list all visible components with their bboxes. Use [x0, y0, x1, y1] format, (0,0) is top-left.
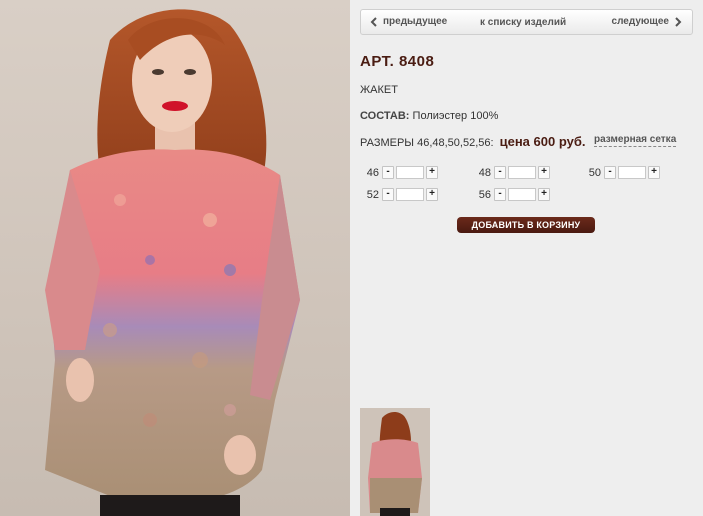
chevron-right-icon — [675, 16, 682, 27]
price: цена 600 руб. — [499, 134, 586, 149]
qty-minus-button[interactable]: - — [382, 166, 394, 179]
article-number: АРТ. 8408 — [360, 53, 435, 70]
qty-size-46: 46 - + — [363, 166, 438, 179]
qty-size-48: 48 - + — [475, 166, 550, 179]
product-thumbnail[interactable] — [360, 408, 430, 516]
qty-size-50: 50 - + — [585, 166, 660, 179]
qty-input[interactable] — [396, 166, 424, 179]
product-list-link[interactable]: к списку изделий — [480, 17, 566, 28]
qty-size-56: 56 - + — [475, 188, 550, 201]
chevron-left-icon — [370, 16, 377, 27]
qty-input[interactable] — [508, 188, 536, 201]
qty-minus-button[interactable]: - — [382, 188, 394, 201]
qty-input[interactable] — [618, 166, 646, 179]
qty-minus-button[interactable]: - — [604, 166, 616, 179]
product-pager: предыдущее к списку изделий следующее — [360, 9, 693, 35]
size-label: 46 — [366, 166, 379, 179]
size-chart-link[interactable]: размерная сетка — [594, 134, 677, 147]
sizes-price-line: РАЗМЕРЫ 46,48,50,52,56: цена 600 руб. — [360, 134, 585, 149]
add-to-cart-button[interactable]: ДОБАВИТЬ В КОРЗИНУ — [457, 217, 595, 233]
qty-plus-button[interactable]: + — [426, 188, 438, 201]
size-label: 56 — [478, 188, 491, 201]
next-product-link[interactable]: следующее — [612, 16, 683, 27]
product-type: ЖАКЕТ — [360, 84, 398, 96]
qty-size-52: 52 - + — [363, 188, 438, 201]
qty-plus-button[interactable]: + — [648, 166, 660, 179]
product-info-panel: предыдущее к списку изделий следующее АР… — [350, 0, 703, 516]
next-label: следующее — [611, 16, 669, 27]
composition: СОСТАВ: Полиэстер 100% — [360, 110, 498, 122]
prev-label: предыдущее — [383, 16, 448, 27]
composition-label: СОСТАВ: — [360, 110, 410, 122]
qty-minus-button[interactable]: - — [494, 188, 506, 201]
prev-product-link[interactable]: предыдущее — [369, 16, 447, 27]
size-label: 48 — [478, 166, 491, 179]
product-main-photo — [0, 0, 350, 516]
composition-value: Полиэстер 100% — [412, 110, 499, 122]
qty-plus-button[interactable]: + — [538, 166, 550, 179]
qty-input[interactable] — [508, 166, 536, 179]
qty-plus-button[interactable]: + — [426, 166, 438, 179]
size-label: 52 — [366, 188, 379, 201]
qty-plus-button[interactable]: + — [538, 188, 550, 201]
qty-minus-button[interactable]: - — [494, 166, 506, 179]
sizes-text: РАЗМЕРЫ 46,48,50,52,56: — [360, 137, 494, 149]
size-label: 50 — [588, 166, 601, 179]
qty-input[interactable] — [396, 188, 424, 201]
